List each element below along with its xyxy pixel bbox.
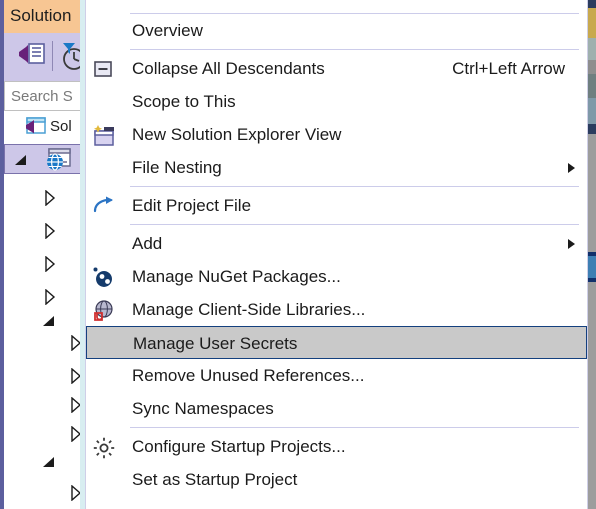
solution-icon <box>24 117 46 142</box>
solution-explorer-toolbar <box>4 33 86 81</box>
menu-item-edit-project-file[interactable]: Edit Project File <box>86 189 587 222</box>
collapse-all-icon <box>92 58 114 80</box>
menu-item-sync-namespaces[interactable]: Sync Namespaces <box>86 392 587 425</box>
tree-node-selected-project[interactable] <box>4 144 86 174</box>
web-project-globe-icon <box>45 148 71 176</box>
menu-item-manage-user-secrets[interactable]: Manage User Secrets <box>86 326 587 359</box>
gear-icon <box>92 436 115 459</box>
menu-separator <box>130 49 579 50</box>
menu-item-label: Configure Startup Projects... <box>132 437 346 456</box>
menu-item-label: Scope to This <box>132 92 236 111</box>
menu-item-label: Manage NuGet Packages... <box>132 267 341 286</box>
edit-project-file-icon <box>92 195 114 217</box>
menu-item-label: Set as Startup Project <box>132 470 298 489</box>
menu-separator <box>130 186 579 187</box>
menu-item-label: Overview <box>132 21 203 40</box>
tree-expander-expanded[interactable] <box>42 315 56 327</box>
solution-explorer-panel: Solution Search S Sol <box>0 0 86 509</box>
chevron-right-icon <box>568 239 575 249</box>
client-side-libraries-icon <box>92 299 114 321</box>
screen-root: Solution Search S Sol Overview Collapse … <box>0 0 596 509</box>
tree-node-solution[interactable]: Sol <box>4 112 86 142</box>
menu-item-label: Remove Unused References... <box>132 366 365 385</box>
page-title: Solution <box>10 6 72 25</box>
tree-expander-collapsed[interactable] <box>44 223 56 239</box>
context-menu: Overview Collapse All Descendants Ctrl+Lef… <box>85 0 588 509</box>
menu-item-new-solution-explorer-view[interactable]: New Solution Explorer View <box>86 118 587 151</box>
menu-item-label: Manage User Secrets <box>133 334 298 353</box>
tree-expander-collapsed[interactable] <box>44 190 56 206</box>
menu-item-label: Edit Project File <box>132 196 252 215</box>
menu-item-configure-startup-projects[interactable]: Configure Startup Projects... <box>86 430 587 463</box>
nuget-icon <box>92 266 114 288</box>
menu-item-label: Add <box>132 234 163 253</box>
search-placeholder: Search S <box>11 88 73 105</box>
menu-item-label: New Solution Explorer View <box>132 125 342 144</box>
tree-expander-expanded[interactable] <box>42 456 56 468</box>
solution-explorer-title-bar: Solution <box>4 0 86 33</box>
vs-solution-explorer-icon[interactable] <box>18 43 46 74</box>
expander-expanded-icon[interactable] <box>14 154 28 166</box>
menu-item-add[interactable]: Add <box>86 227 587 260</box>
new-solution-view-icon <box>92 124 114 146</box>
solution-node-label: Sol <box>50 118 72 135</box>
search-input[interactable]: Search S <box>4 81 86 111</box>
tree-expander-collapsed[interactable] <box>44 256 56 272</box>
menu-item-collapse-all-descendants[interactable]: Collapse All Descendants Ctrl+Left Arrow <box>86 52 587 85</box>
chevron-right-icon <box>568 163 575 173</box>
menu-item-label: Manage Client-Side Libraries... <box>132 300 366 319</box>
menu-item-manage-client-side-libraries[interactable]: Manage Client-Side Libraries... <box>86 293 587 326</box>
menu-item-remove-unused-references[interactable]: Remove Unused References... <box>86 359 587 392</box>
tree-expander-collapsed[interactable] <box>44 289 56 305</box>
menu-item-overview[interactable]: Overview <box>86 14 587 47</box>
menu-item-set-as-startup-project[interactable]: Set as Startup Project <box>86 463 587 496</box>
menu-item-label: Sync Namespaces <box>132 399 274 418</box>
menu-item-label: Collapse All Descendants <box>132 59 325 78</box>
toolbar-divider <box>52 41 53 71</box>
background-editor-strip <box>587 0 596 509</box>
menu-separator <box>130 224 579 225</box>
menu-separator <box>130 427 579 428</box>
menu-item-label: File Nesting <box>132 158 222 177</box>
menu-item-manage-nuget-packages[interactable]: Manage NuGet Packages... <box>86 260 587 293</box>
menu-item-shortcut: Ctrl+Left Arrow <box>452 59 565 78</box>
menu-item-file-nesting[interactable]: File Nesting <box>86 151 587 184</box>
menu-item-scope-to-this[interactable]: Scope to This <box>86 85 587 118</box>
